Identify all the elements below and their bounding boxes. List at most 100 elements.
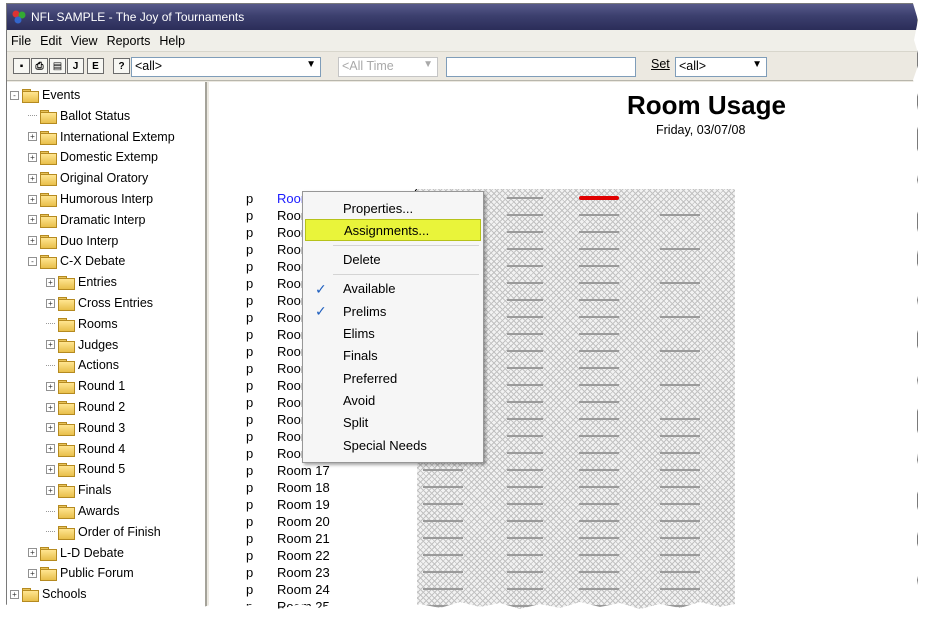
tree-item[interactable]: + Public Forum bbox=[28, 563, 134, 583]
tree-item[interactable]: + Round 4 bbox=[46, 439, 125, 459]
help-icon[interactable]: ? bbox=[113, 58, 130, 74]
save-icon[interactable]: ▪ bbox=[13, 58, 30, 74]
menu-item-prelims[interactable]: ✓ Prelims bbox=[305, 300, 481, 322]
usage-bar bbox=[423, 537, 463, 539]
filter-select[interactable]: <all> ▼ bbox=[675, 57, 767, 77]
tree-item[interactable]: + Dramatic Interp bbox=[28, 210, 145, 230]
tree-item[interactable]: + Humorous Interp bbox=[28, 189, 153, 209]
expand-icon[interactable]: + bbox=[46, 402, 55, 412]
room-name[interactable]: Room 17 bbox=[277, 463, 330, 478]
menu-view[interactable]: View bbox=[71, 34, 98, 48]
tree-item[interactable]: + Round 2 bbox=[46, 397, 125, 417]
event-select[interactable]: <all> ▼ bbox=[131, 57, 321, 77]
usage-bar bbox=[660, 214, 700, 216]
expand-icon[interactable]: + bbox=[28, 236, 37, 246]
expand-icon[interactable]: + bbox=[28, 568, 37, 578]
expand-icon[interactable]: + bbox=[10, 589, 19, 599]
text-input[interactable] bbox=[446, 57, 636, 77]
menu-reports[interactable]: Reports bbox=[107, 34, 151, 48]
collapse-icon[interactable]: - bbox=[28, 256, 37, 266]
tree-item[interactable]: + Domestic Extemp bbox=[28, 147, 158, 167]
expand-icon[interactable]: + bbox=[46, 423, 55, 433]
e-button[interactable]: E bbox=[87, 58, 104, 74]
expand-icon[interactable]: + bbox=[46, 444, 55, 454]
room-name[interactable]: Room 19 bbox=[277, 497, 330, 512]
menu-item-available[interactable]: ✓ Available bbox=[305, 278, 481, 300]
usage-bar bbox=[507, 316, 543, 318]
menu-item-properties[interactable]: Properties... bbox=[305, 197, 481, 219]
menu-item-elims[interactable]: Elims bbox=[305, 323, 481, 345]
expand-icon[interactable]: + bbox=[28, 152, 37, 162]
folder-icon bbox=[40, 193, 57, 207]
tree-item[interactable]: + Round 1 bbox=[46, 376, 125, 396]
folder-icon bbox=[58, 442, 75, 457]
menu-item-avoid[interactable]: Avoid bbox=[305, 389, 481, 411]
expand-icon[interactable]: + bbox=[28, 132, 37, 142]
menu-item-label: Elims bbox=[343, 326, 375, 341]
tree-item[interactable]: Ballot Status bbox=[28, 106, 130, 126]
tree-item[interactable]: + Entries bbox=[46, 272, 117, 292]
time-select[interactable]: <All Time ▼ bbox=[338, 57, 438, 77]
menu-file[interactable]: File bbox=[11, 34, 31, 48]
menu-item-split[interactable]: Split bbox=[305, 412, 481, 434]
tree-item[interactable]: - Events bbox=[10, 85, 80, 105]
j-button[interactable]: J bbox=[67, 58, 84, 74]
tree-connector bbox=[46, 531, 55, 533]
expand-icon[interactable]: + bbox=[46, 381, 55, 391]
expand-icon[interactable]: + bbox=[28, 173, 37, 183]
title-bar[interactable]: NFL SAMPLE - The Joy of Tournaments bbox=[7, 4, 917, 30]
menu-item-special-needs[interactable]: Special Needs bbox=[305, 434, 481, 456]
usage-bar bbox=[660, 350, 700, 352]
tree-item-label: Dramatic Interp bbox=[60, 212, 146, 227]
expand-icon[interactable]: + bbox=[46, 340, 55, 350]
expand-icon[interactable]: + bbox=[28, 194, 37, 204]
tree-item[interactable]: + L-D Debate bbox=[28, 543, 124, 563]
room-name[interactable]: Room 24 bbox=[277, 582, 330, 597]
expand-icon[interactable]: + bbox=[46, 298, 55, 308]
collapse-icon[interactable]: - bbox=[10, 90, 19, 100]
preview-icon[interactable]: ▤ bbox=[49, 58, 66, 74]
tree-item[interactable]: + Round 3 bbox=[46, 418, 125, 438]
expand-icon[interactable]: + bbox=[46, 464, 55, 474]
tree-item[interactable]: + Finals bbox=[46, 480, 111, 500]
usage-bar bbox=[660, 282, 700, 284]
tree-item-label: Round 2 bbox=[78, 400, 126, 414]
menu-item-delete[interactable]: Delete bbox=[305, 249, 481, 271]
expand-icon[interactable]: + bbox=[46, 277, 55, 287]
usage-bar bbox=[579, 401, 619, 403]
room-name[interactable]: Room 22 bbox=[277, 548, 330, 563]
room-name[interactable]: Room 21 bbox=[277, 531, 330, 546]
tree-item[interactable]: - C-X Debate bbox=[28, 251, 125, 271]
usage-bar bbox=[507, 214, 543, 216]
tree-item[interactable]: + Judges bbox=[46, 335, 118, 355]
tree-item[interactable]: Order of Finish bbox=[46, 522, 161, 542]
room-name[interactable]: Room 23 bbox=[277, 565, 330, 580]
tree-item[interactable]: Rooms bbox=[46, 314, 118, 334]
tree-connector bbox=[46, 364, 55, 366]
room-name[interactable]: Room 20 bbox=[277, 514, 330, 529]
room-name[interactable]: Room 18 bbox=[277, 480, 330, 495]
usage-bar bbox=[660, 384, 700, 386]
print-icon[interactable]: ⎙ bbox=[31, 58, 48, 74]
menu-item-preferred[interactable]: Preferred bbox=[305, 367, 481, 389]
tree-item[interactable]: + International Extemp bbox=[28, 127, 175, 147]
usage-bar bbox=[507, 231, 543, 233]
menu-item-finals[interactable]: Finals bbox=[305, 345, 481, 367]
room-flag: p bbox=[246, 582, 254, 597]
expand-icon[interactable]: + bbox=[28, 215, 37, 225]
tree-item[interactable]: + Round 5 bbox=[46, 459, 125, 479]
tree-item[interactable]: + Cross Entries bbox=[46, 293, 153, 313]
tree-item[interactable]: + Original Oratory bbox=[28, 168, 148, 188]
usage-bar bbox=[507, 469, 543, 471]
folder-icon bbox=[58, 463, 75, 478]
tree-item[interactable]: Awards bbox=[46, 501, 119, 521]
tree-item[interactable]: Actions bbox=[46, 355, 119, 375]
menu-item-assignments[interactable]: Assignments... bbox=[305, 219, 481, 242]
expand-icon[interactable]: + bbox=[28, 548, 37, 558]
set-button[interactable]: Set bbox=[651, 57, 670, 77]
tree-item[interactable]: + Duo Interp bbox=[28, 231, 118, 251]
menu-help[interactable]: Help bbox=[159, 34, 185, 48]
usage-bar bbox=[660, 452, 700, 454]
expand-icon[interactable]: + bbox=[46, 485, 55, 495]
menu-edit[interactable]: Edit bbox=[40, 34, 62, 48]
